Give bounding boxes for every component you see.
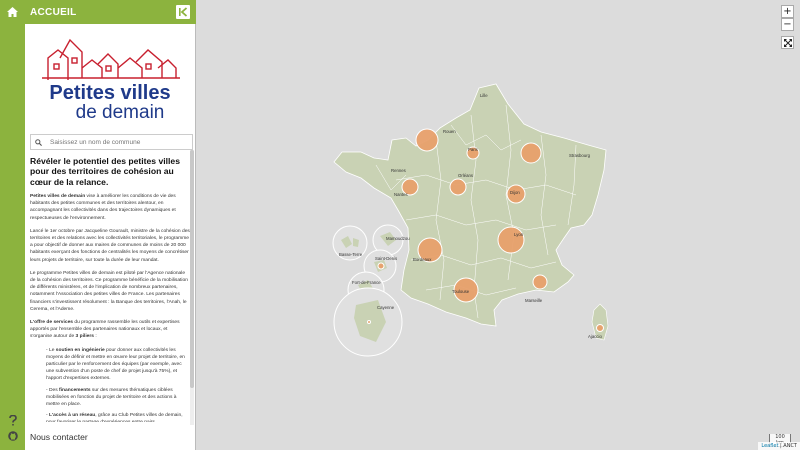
bubble-marseille: [532, 274, 548, 290]
list-item-bold: financements: [59, 387, 91, 393]
pillars-list: - Le soutien en ingénierie pour donner a…: [46, 347, 190, 422]
city-label: Ajaccio: [588, 334, 602, 339]
city-label: Orléans: [458, 173, 473, 178]
list-item: - Des financements sur des mesures théma…: [46, 387, 190, 409]
bubble-orleans: [449, 178, 467, 196]
bubble-ajaccio: [596, 324, 604, 332]
city-label: Lyon: [514, 232, 524, 237]
paragraph-1-bold: Petites villes de demain: [30, 193, 86, 199]
attribution: Leaflet | ANCT: [758, 442, 800, 450]
github-button[interactable]: [0, 426, 25, 446]
paragraph-4-text2: :: [94, 334, 97, 340]
logo-line2: de demain: [76, 102, 165, 123]
collapse-panel-button[interactable]: [176, 5, 190, 19]
paragraph-4-bold2: 3 piliers: [75, 334, 95, 340]
logo: Petites villes de demain: [30, 28, 190, 126]
paragraph-2: Lancé le 1er octobre par Jacqueline Gour…: [30, 228, 190, 263]
list-item-prefix: - Le: [46, 347, 56, 353]
city-label: Rouen: [443, 129, 456, 134]
panel-content: Révéler le potentiel des petites villes …: [30, 156, 190, 422]
search-input[interactable]: [50, 138, 180, 146]
city-label: Toulouse: [452, 289, 470, 294]
houses-logo-graphic: Petites villes de demain: [42, 38, 180, 123]
overseas-insets: [332, 224, 404, 357]
question-icon: [8, 414, 17, 426]
city-label: Mamoudzou: [386, 236, 410, 241]
city-label: Rennes: [391, 168, 406, 173]
intro-heading: Révéler le potentiel des petites villes …: [30, 156, 180, 187]
city-label: Basse-Terre: [339, 252, 363, 257]
list-item: - L'accès à un réseau, grâce au Club Pet…: [46, 412, 190, 422]
leaflet-link[interactable]: Leaflet: [761, 443, 778, 449]
city-label: Marseille: [525, 298, 543, 303]
search-box[interactable]: [30, 134, 193, 150]
scrollbar-thumb[interactable]: [190, 150, 194, 388]
panel-scrollbar[interactable]: [190, 150, 194, 425]
bubble-cayenne: [367, 320, 371, 324]
list-item: - Le soutien en ingénierie pour donner a…: [46, 347, 190, 383]
contact-link[interactable]: Nous contacter: [30, 432, 88, 442]
list-item-prefix: - Des: [46, 387, 60, 393]
france-map[interactable]: Lille Rouen Paris Strasbourg Rennes Orlé…: [196, 0, 800, 450]
bubble-saint-denis: [377, 262, 385, 270]
paragraph-4: L'offre de services du programme rassemb…: [30, 319, 190, 341]
city-label: Saint-Denis: [375, 256, 397, 261]
city-label: Nantes: [394, 192, 408, 197]
sidebar-rail: [0, 0, 25, 450]
zoom-out-button[interactable]: −: [781, 18, 794, 31]
list-item-bold: soutien en ingénierie: [55, 347, 105, 353]
panel-title: ACCUEIL: [30, 6, 77, 18]
city-label: Fort-de-France: [352, 280, 381, 285]
paragraph-4-bold: L'offre de services: [30, 319, 74, 325]
logo-line1: Petites villes: [49, 82, 170, 104]
home-icon: [7, 7, 18, 17]
panel-header: ACCUEIL: [25, 0, 196, 24]
bubble-lyon: [497, 226, 525, 254]
zoom-in-button[interactable]: +: [781, 5, 794, 18]
city-label: Paris: [468, 147, 478, 152]
bubble-strasbourg: [520, 142, 542, 164]
list-item-bold: L'accès à un réseau: [49, 413, 96, 419]
bubble-rouen: [415, 128, 439, 152]
anct-attribution: ANCT: [783, 443, 797, 449]
collapse-left-icon: [179, 7, 188, 17]
paragraph-1: Petites villes de demain vise à améliore…: [30, 193, 190, 222]
city-label: Bordeaux: [413, 257, 432, 262]
city-label: Lille: [480, 93, 488, 98]
home-button[interactable]: [0, 2, 25, 22]
paragraph-3: Le programme Petites villes de demain es…: [30, 270, 188, 312]
github-icon: [7, 431, 18, 441]
city-label: Cayenne: [377, 305, 395, 310]
side-panel: ACCUEIL Petites villes de demain Saisiss…: [25, 0, 196, 450]
search-icon: [35, 138, 42, 146]
map[interactable]: Lille Rouen Paris Strasbourg Rennes Orlé…: [196, 0, 800, 450]
city-label: Dijon: [510, 190, 520, 195]
city-label: Strasbourg: [569, 153, 591, 158]
fullscreen-icon: [783, 38, 792, 47]
fullscreen-button[interactable]: [781, 36, 794, 49]
